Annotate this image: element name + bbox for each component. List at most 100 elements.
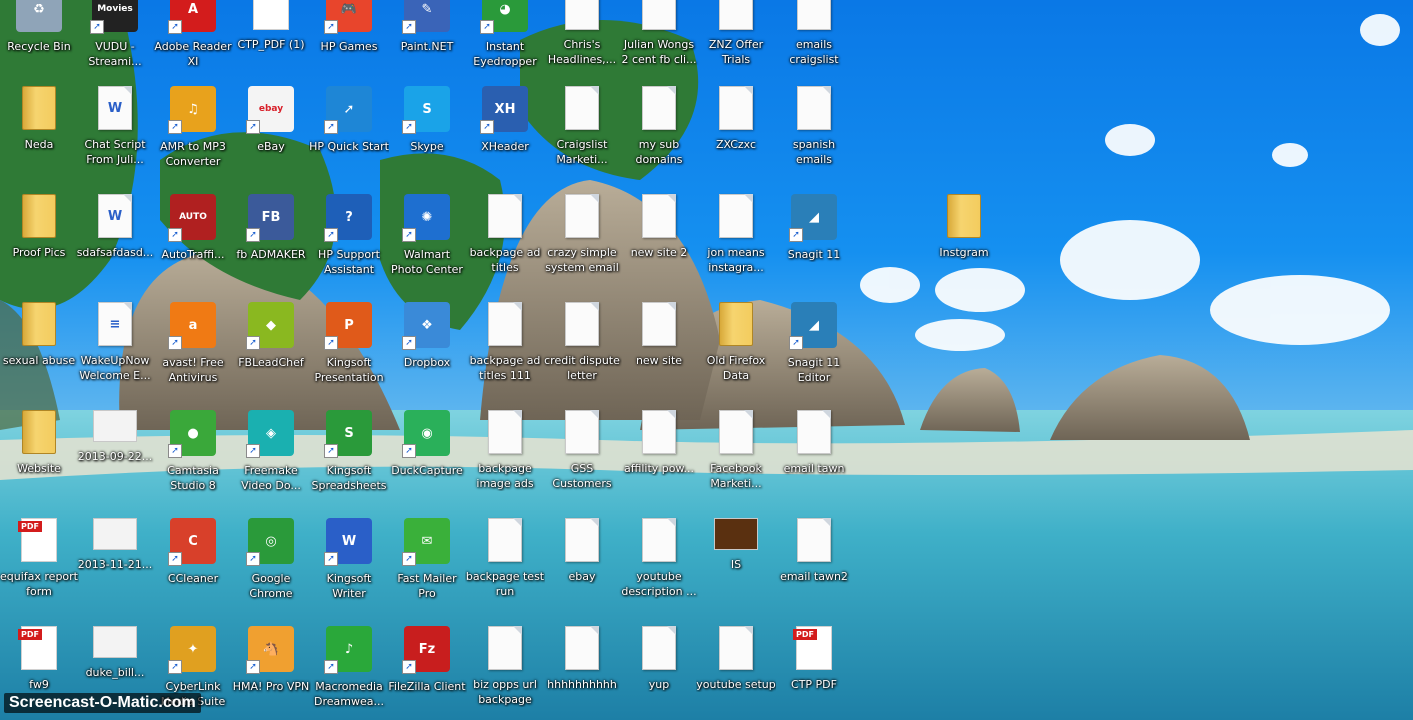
- desktop-icon[interactable]: ➚ Website: [0, 404, 78, 504]
- desktop-icon-label: Julian Wongs 2 cent fb cli...: [621, 38, 697, 66]
- desktop-icon[interactable]: ➚ hhhhhhhhhh: [543, 620, 621, 720]
- desktop-icon[interactable]: ➚ GSS Customers: [543, 404, 621, 504]
- desktop-icon[interactable]: ➚ Neda: [0, 80, 78, 180]
- desktop-icon[interactable]: ➚ my sub domains: [620, 80, 698, 180]
- desktop-icon[interactable]: ➚ Proof Pics: [0, 188, 78, 288]
- desktop-icon[interactable]: ◕ ➚ Instant Eyedropper: [466, 0, 544, 80]
- desktop-icon[interactable]: ➚ new site: [620, 296, 698, 396]
- dropbox-icon: ❖ ➚: [402, 302, 450, 350]
- desktop-icon[interactable]: ➚ sexual abuse: [0, 296, 78, 396]
- desktop-icon[interactable]: ➚ credit dispute letter: [543, 296, 621, 396]
- desktop-icon[interactable]: ◢ ➚ Snagit 11: [775, 188, 853, 288]
- desktop-icon[interactable]: W➚ sdafsafdasd...: [76, 188, 154, 288]
- shortcut-arrow-icon: ➚: [324, 336, 338, 350]
- desktop-icon[interactable]: W➚ Chat Script From Juli...: [76, 80, 154, 180]
- desktop-icon[interactable]: ◢ ➚ Snagit 11 Editor: [775, 296, 853, 396]
- desktop-icon[interactable]: a ➚ avast! Free Antivirus: [154, 296, 232, 396]
- desktop-icon[interactable]: ➚ equifax report form: [0, 512, 78, 612]
- desktop-icon[interactable]: ➚ email tawn: [775, 404, 853, 504]
- desktop-icon[interactable]: ebay ➚ eBay: [232, 80, 310, 180]
- desktop-icon[interactable]: Movies ➚ VUDU - Streami...: [76, 0, 154, 80]
- desktop-icon[interactable]: ◆ ➚ FBLeadChef: [232, 296, 310, 396]
- desktop-icon[interactable]: Fz ➚ FileZilla Client: [388, 620, 466, 720]
- desktop-icon[interactable]: ➚ 2013-09-22...: [76, 404, 154, 504]
- desktop-icon[interactable]: ➚ ebay: [543, 512, 621, 612]
- desktop-icon-label: GSS Customers: [552, 462, 612, 490]
- desktop-icon-label: crazy simple system email: [545, 246, 619, 274]
- desktop-icon-label: Camtasia Studio 8: [167, 464, 219, 492]
- paint-net-icon: ✎ ➚: [402, 0, 450, 34]
- desktop-icon[interactable]: ➚ email tawn2: [775, 512, 853, 612]
- ebay-icon: ebay ➚: [246, 86, 294, 134]
- desktop-icon[interactable]: ➚ crazy simple system email: [543, 188, 621, 288]
- desktop-icon[interactable]: ✺ ➚ Walmart Photo Center: [388, 188, 466, 288]
- desktop-icon[interactable]: ● ➚ Camtasia Studio 8: [154, 404, 232, 504]
- desktop-icon-label: Chris's Headlines,...: [547, 38, 617, 66]
- desktop-icon[interactable]: ? ➚ HP Support Assistant: [310, 188, 388, 288]
- desktop-icon[interactable]: ➚ 2013-11-21...: [76, 512, 154, 612]
- icon-glyph: ≡: [109, 316, 121, 332]
- desktop-icon[interactable]: ◈ ➚ Freemake Video Do...: [232, 404, 310, 504]
- desktop-icon[interactable]: ➚ backpage ad titles: [466, 188, 544, 288]
- desktop-icon[interactable]: ✉ ➚ Fast Mailer Pro: [388, 512, 466, 612]
- desktop-icon[interactable]: ➚ ZNZ Offer Trials: [697, 0, 775, 80]
- shortcut-arrow-icon: ➚: [246, 120, 260, 134]
- desktop-icon-label: HP Games: [320, 40, 378, 53]
- desktop-icon[interactable]: ➚ youtube description ...: [620, 512, 698, 612]
- desktop-icon-label: Skype: [410, 140, 444, 153]
- icon-glyph: ✉: [421, 533, 433, 549]
- desktop-icon[interactable]: W ➚ Kingsoft Writer: [310, 512, 388, 612]
- icon-glyph: C: [188, 533, 198, 549]
- desktop-icon[interactable]: ➚ Instgram: [925, 188, 1003, 288]
- desktop-icon[interactable]: AUTO ➚ AutoTraffi...: [154, 188, 232, 288]
- desktop-icon[interactable]: ➚ Julian Wongs 2 cent fb cli...: [620, 0, 698, 80]
- shortcut-arrow-icon: ➚: [246, 228, 260, 242]
- desktop-icon[interactable]: XH ➚ XHeader: [466, 80, 544, 180]
- desktop-icon[interactable]: ♻➚ Recycle Bin: [0, 0, 78, 80]
- desktop-icon[interactable]: ➚ backpage ad titles 111: [466, 296, 544, 396]
- desktop-icon[interactable]: ♫ ➚ AMR to MP3 Converter: [154, 80, 232, 180]
- desktop-icon[interactable]: C ➚ CCleaner: [154, 512, 232, 612]
- screencast-watermark: Screencast-O-Matic.com: [4, 693, 201, 713]
- desktop-icon[interactable]: ✎ ➚ Paint.NET: [388, 0, 466, 80]
- desktop-icon[interactable]: ➚ Facebook Marketi...: [697, 404, 775, 504]
- desktop-icon[interactable]: ◉ ➚ DuckCapture: [388, 404, 466, 504]
- desktop-icon[interactable]: ➚ biz opps url backpage: [466, 620, 544, 720]
- desktop-icon-label: FBLeadChef: [238, 356, 304, 369]
- desktop-icon[interactable]: ➚ CTP_PDF (1): [232, 0, 310, 80]
- desktop-icon[interactable]: ➚ emails craigslist: [775, 0, 853, 80]
- desktop-icon[interactable]: ➚ Craigslist Marketi...: [543, 80, 621, 180]
- desktop-icon[interactable]: FB ➚ fb ADMAKER: [232, 188, 310, 288]
- desktop-icon[interactable]: ➚ new site 2: [620, 188, 698, 288]
- desktop-icon[interactable]: ➚ jon means instagra...: [697, 188, 775, 288]
- shortcut-arrow-icon: ➚: [402, 336, 416, 350]
- desktop-icon[interactable]: ➚ yup: [620, 620, 698, 720]
- desktop-icon[interactable]: ➚ ZXCzxc: [697, 80, 775, 180]
- kingsoft-writer-icon: W ➚: [324, 518, 372, 566]
- amr-mp3-icon: ♫ ➚: [168, 86, 216, 134]
- desktop-icon[interactable]: ≡➚ WakeUpNow Welcome E...: [76, 296, 154, 396]
- desktop-icon[interactable]: S ➚ Skype: [388, 80, 466, 180]
- desktop-icon[interactable]: ➚ spanish emails: [775, 80, 853, 180]
- desktop-icon[interactable]: P ➚ Kingsoft Presentation: [310, 296, 388, 396]
- desktop-icon[interactable]: S ➚ Kingsoft Spreadsheets: [310, 404, 388, 504]
- desktop-icon[interactable]: ➚ backpage image ads: [466, 404, 544, 504]
- desktop-icon[interactable]: 🐴 ➚ HMA! Pro VPN: [232, 620, 310, 720]
- icon-glyph: ebay: [258, 104, 284, 114]
- desktop-icon[interactable]: A ➚ Adobe Reader XI: [154, 0, 232, 80]
- desktop-icon[interactable]: ➚ backpage test run: [466, 512, 544, 612]
- desktop-icon[interactable]: ➚ CTP PDF: [775, 620, 853, 720]
- desktop-icon-label: IS: [730, 558, 742, 571]
- desktop-icon[interactable]: ➚ IS: [697, 512, 775, 612]
- desktop-icon[interactable]: ➚ affility pow...: [620, 404, 698, 504]
- desktop-icon[interactable]: ➚ youtube setup: [696, 620, 776, 720]
- desktop-icon[interactable]: ➚ Old Firefox Data: [697, 296, 775, 396]
- desktop-icon[interactable]: 🎮 ➚ HP Games: [310, 0, 388, 80]
- desktop-icon[interactable]: ❖ ➚ Dropbox: [388, 296, 466, 396]
- desktop-icon[interactable]: ➚ Chris's Headlines,...: [543, 0, 621, 80]
- desktop-icon[interactable]: ◎ ➚ Google Chrome: [232, 512, 310, 612]
- desktop-icon[interactable]: ➚ ➚ HP Quick Start: [309, 80, 389, 180]
- shortcut-arrow-icon: ➚: [168, 660, 182, 674]
- desktop-icon-label: youtube description ...: [621, 570, 697, 598]
- desktop-icon[interactable]: ♪ ➚ Macromedia Dreamwea...: [310, 620, 388, 720]
